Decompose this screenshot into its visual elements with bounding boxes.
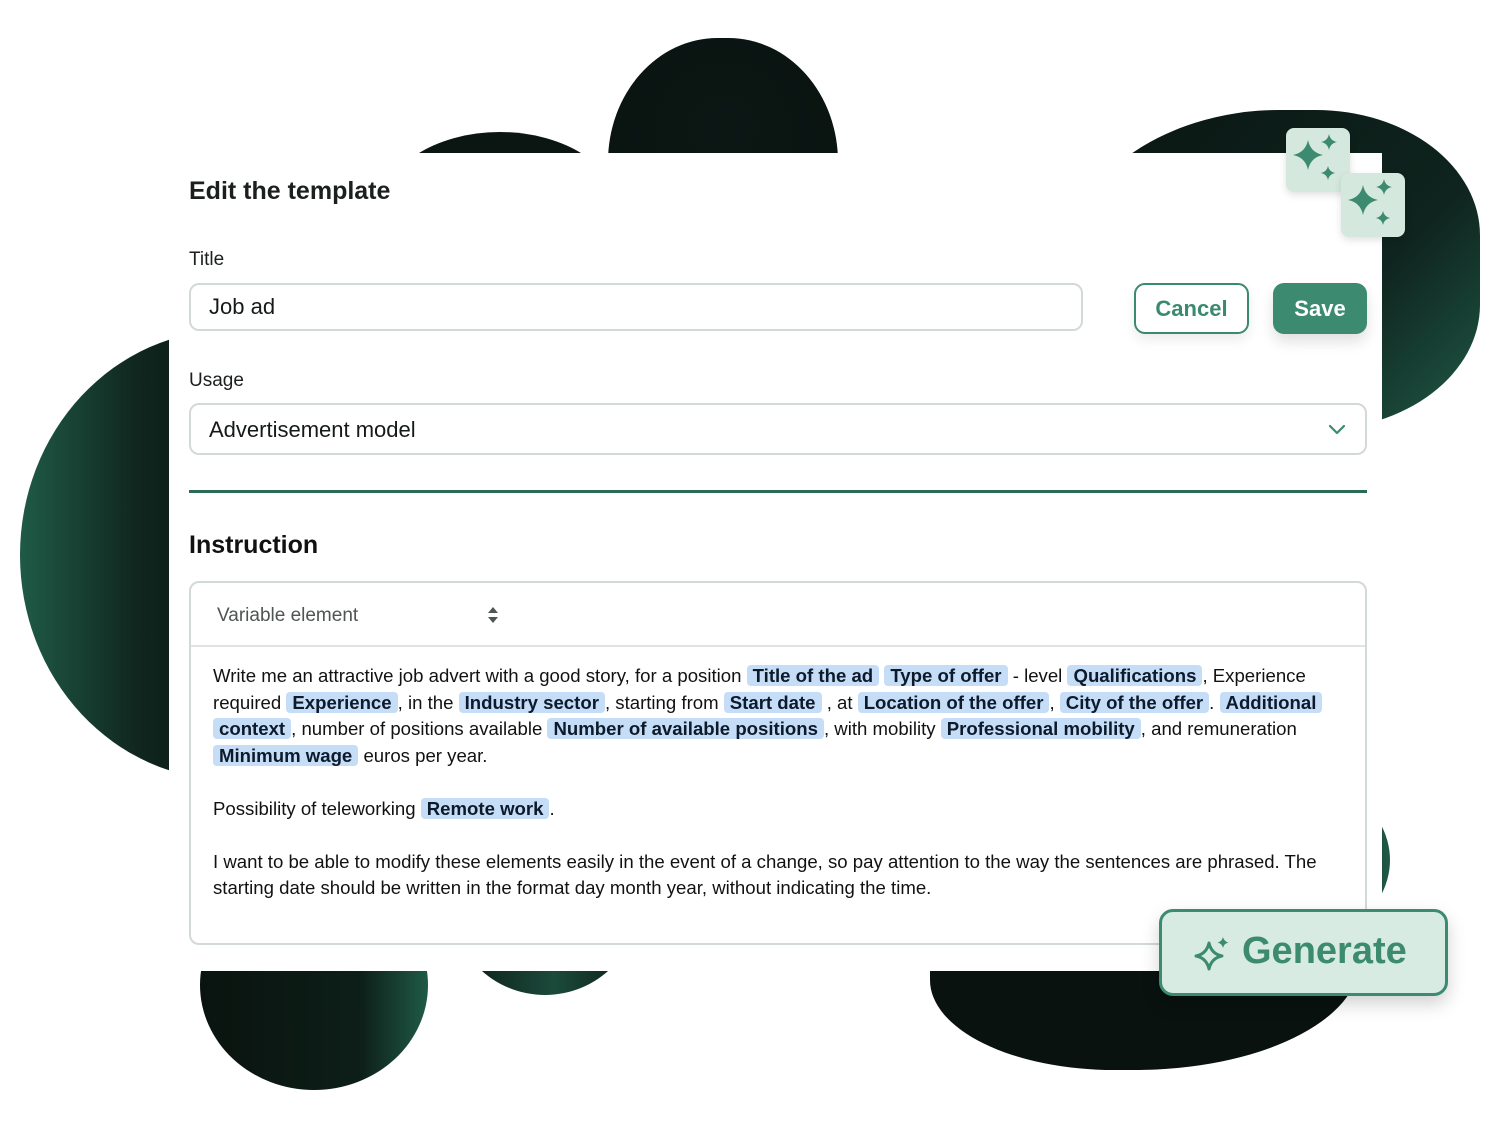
instruction-text-segment: ,	[1049, 691, 1060, 713]
cancel-button[interactable]: Cancel	[1134, 283, 1249, 334]
edit-template-card: Edit the template Title Cancel Save Usag…	[169, 153, 1382, 971]
variable-chip[interactable]: Type of offer	[884, 665, 1008, 686]
editor-toolbar: Variable element	[191, 583, 1365, 647]
variable-element-select[interactable]: Variable element	[217, 603, 507, 629]
variable-chip[interactable]: Remote work	[420, 797, 550, 819]
save-button[interactable]: Save	[1273, 283, 1367, 334]
title-input[interactable]	[189, 283, 1083, 331]
instruction-text-segment: , number of positions available	[291, 718, 548, 739]
instruction-editor[interactable]: Variable element Write me an attractive …	[189, 581, 1367, 945]
instruction-text-segment: , at	[821, 691, 858, 713]
variable-chip[interactable]: Number of available positions	[547, 718, 824, 739]
instruction-text-segment: , with mobility	[823, 718, 941, 739]
variable-chip[interactable]: Minimum wage	[213, 744, 359, 766]
instruction-text-segment: Write me an attractive job advert with a…	[213, 665, 747, 686]
chevron-down-icon	[1328, 424, 1346, 435]
sparkle-icon	[1194, 937, 1229, 971]
instruction-text-segment: .	[549, 797, 555, 819]
up-down-arrows-icon	[488, 607, 498, 623]
page-title: Edit the template	[189, 177, 391, 205]
instruction-text-segment: - level	[1007, 665, 1068, 686]
title-label: Title	[189, 249, 225, 270]
instruction-paragraph: Possibility of teleworking Remote work.	[213, 796, 1335, 823]
variable-chip[interactable]: City of the offer	[1059, 691, 1210, 713]
generate-button[interactable]: Generate	[1159, 909, 1448, 996]
variable-chip[interactable]: Title of the ad	[746, 665, 880, 686]
instruction-text-segment: euros per year.	[358, 744, 488, 766]
variable-chip[interactable]: Start date	[723, 691, 822, 713]
instruction-text-segment: , and remuneration	[1140, 718, 1297, 739]
variable-chip[interactable]: Industry sector	[458, 691, 605, 713]
variable-chip[interactable]: Professional mobility	[940, 718, 1141, 739]
usage-select[interactable]: Advertisement model	[189, 403, 1367, 455]
variable-chip[interactable]: Location of the offer	[857, 691, 1050, 713]
variable-chip[interactable]: Experience	[286, 691, 398, 713]
instruction-paragraph: Write me an attractive job advert with a…	[213, 663, 1335, 769]
instruction-text-segment: , starting from	[604, 691, 724, 713]
instruction-text-segment: Possibility of teleworking	[213, 797, 421, 819]
section-divider	[189, 490, 1367, 493]
variable-chip[interactable]: Qualifications	[1067, 665, 1203, 686]
generate-label: Generate	[1242, 930, 1407, 972]
instruction-text[interactable]: Write me an attractive job advert with a…	[213, 663, 1335, 928]
instruction-text-segment: .	[1209, 691, 1220, 713]
usage-select-value: Advertisement model	[209, 417, 416, 442]
variable-element-label: Variable element	[217, 605, 359, 626]
sparkles-icon	[1341, 173, 1405, 237]
instruction-heading: Instruction	[189, 531, 319, 559]
usage-label: Usage	[189, 370, 244, 391]
instruction-text-segment: , in the	[397, 691, 459, 713]
instruction-paragraph: I want to be able to modify these elemen…	[213, 850, 1317, 899]
